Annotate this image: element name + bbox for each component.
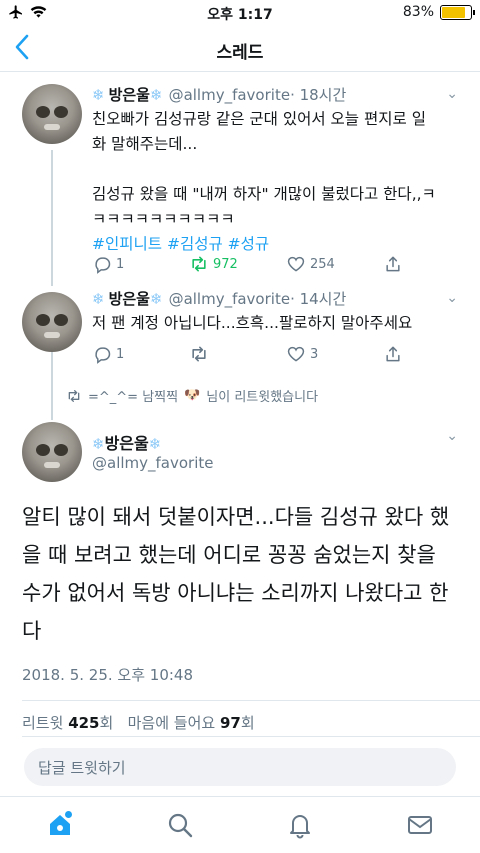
tweet-text: 알티 많이 돼서 덧붙이자면...다들 김성규 왔다 했을 때 보려고 했는데 … [22,505,450,643]
retweeted-by[interactable]: =^_^= 남찍찍 🐶 님이 리트윗했습니다 [66,386,318,405]
like-unit: 회 [240,714,255,732]
thread-line [51,150,53,286]
heart-icon [287,346,305,362]
snowflake-icon: ❄ [149,86,163,104]
tweet-timestamp: 2018. 5. 25. 오후 10:48 [22,666,194,684]
retweet-button[interactable]: 972 [189,254,286,274]
avatar[interactable] [22,422,82,482]
tab-messages[interactable] [406,811,434,839]
retweet-unit: 회 [99,714,114,732]
reply-icon [95,257,111,274]
status-bar: 오후 1:17 83% [0,0,480,26]
mail-icon [408,816,432,834]
handle: @allmy_favorite [168,289,291,308]
divider [22,736,480,737]
snowflake-icon: ❄ [92,85,105,104]
tweet-header: ❄ 방은울❄ @allmy_favorite · 18시간 [92,84,462,105]
tweet-text: 친오빠가 김성규랑 같은 군대 있어서 오늘 편지로 일 화 말해주는데... … [92,110,436,228]
tweet-time: · 14시간 [290,290,347,308]
avatar[interactable] [22,292,82,352]
reply-count: 1 [116,346,125,362]
chevron-down-icon[interactable]: ⌄ [446,86,458,102]
share-icon [386,346,400,362]
chevron-down-icon[interactable]: ⌄ [446,428,458,444]
tweet-stats[interactable]: 리트윗 425회 마음에 들어요 97회 [22,712,255,733]
like-total: 97 [219,714,241,732]
display-name[interactable]: 방은울❄ [109,288,163,309]
reply-input[interactable]: 답글 트윗하기 [24,748,456,786]
like-button[interactable]: 3 [286,344,383,364]
bell-icon [290,815,310,839]
like-count: 254 [310,256,335,272]
share-button[interactable] [383,344,480,364]
page-title: 스레드 [216,43,264,63]
display-name[interactable]: 방은울❄ [109,84,163,105]
tweet-text: 저 팬 계정 아닙니다...흐흑...팔로하지 말아주세요 [92,314,413,332]
retweet-label: 리트윗 [22,714,64,732]
handle: @allmy_favorite [168,85,291,104]
retweet-total: 425 [68,714,100,732]
retweet-button[interactable] [189,344,286,364]
divider [22,700,480,701]
reply-icon [95,347,111,364]
tweet-header: ❄ 방은울❄ @allmy_favorite · 14시간 [92,288,462,309]
share-button[interactable] [383,254,480,274]
tab-home[interactable] [46,811,74,839]
tab-search[interactable] [166,811,194,839]
search-icon [168,813,193,838]
snowflake-icon: ❄ [148,435,162,453]
snowflake-icon: ❄ [92,435,105,453]
retweet-icon [192,346,206,362]
thread-line [51,352,53,420]
retweet-icon [192,256,206,272]
chevron-down-icon[interactable]: ⌄ [446,290,458,306]
snowflake-icon: ❄ [149,290,163,308]
tweet-time: · 18시간 [290,86,347,104]
tab-bar [0,796,480,853]
heart-icon [287,256,305,272]
display-name[interactable]: ❄방은울❄ [92,430,161,454]
snowflake-icon: ❄ [92,289,105,308]
retweeter-name: =^_^= 남찍찍 [88,390,179,405]
retweet-icon [68,389,80,402]
battery-icon [440,4,475,20]
like-label: 마음에 들어요 [127,714,216,732]
share-icon [386,256,400,272]
battery-level [442,6,466,18]
avatar[interactable] [22,84,82,144]
tweet-actions: 1 972 254 [92,254,480,274]
dog-emoji-icon: 🐶 [184,388,201,403]
retweet-count: 972 [213,256,238,272]
like-count: 3 [310,346,319,362]
reply-count: 1 [116,256,125,272]
reply-button[interactable]: 1 [92,254,189,274]
handle: @allmy_favorite [92,454,214,472]
tab-notifications[interactable] [286,811,314,839]
status-right: 83% [402,4,475,20]
new-content-dot [65,811,72,818]
like-button[interactable]: 254 [286,254,383,274]
reply-button[interactable]: 1 [92,344,189,364]
retweet-note-text: 님이 리트윗했습니다 [206,390,319,405]
tweet-actions: 1 3 [92,344,480,364]
nav-bar: 스레드 [0,26,480,72]
battery-percent: 83% [402,4,434,20]
